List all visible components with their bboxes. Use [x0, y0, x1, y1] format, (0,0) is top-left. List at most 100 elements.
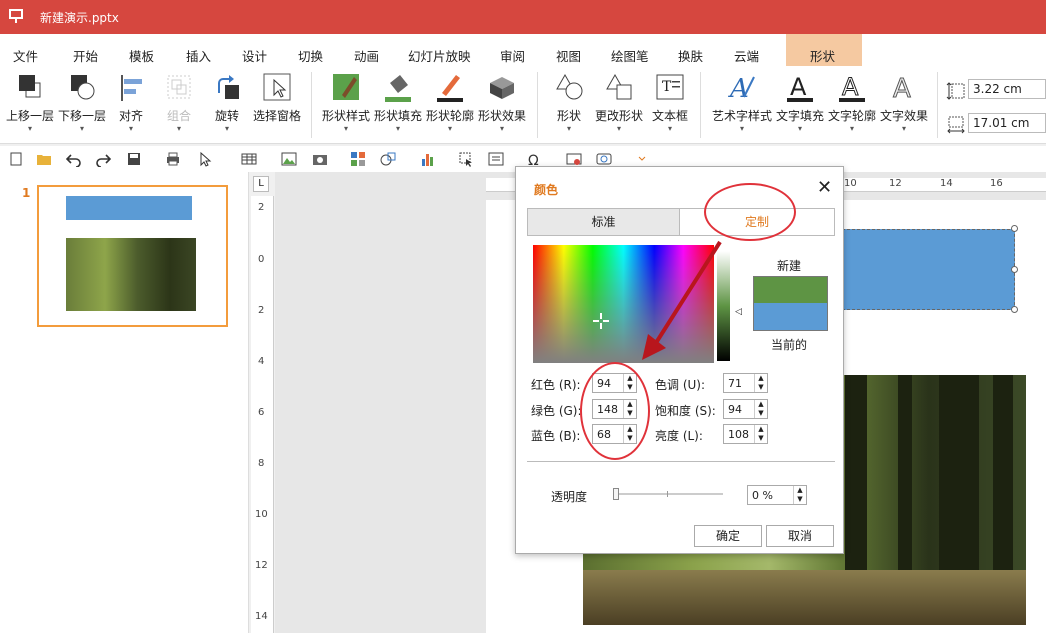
- title-bar: 新建演示.pptx: [0, 0, 1046, 34]
- luminance-input[interactable]: 108 ▲ ▼: [723, 424, 768, 444]
- divider: [527, 461, 835, 462]
- tab-home[interactable]: 开始: [73, 46, 98, 65]
- save-icon[interactable]: [126, 151, 142, 167]
- align-button[interactable]: 对齐 ▾: [110, 66, 152, 144]
- thumbnail-rectangle: [66, 196, 192, 220]
- group-button[interactable]: 组合 ▾: [158, 66, 200, 144]
- crosshair-icon: [593, 313, 609, 329]
- tab-divider: [527, 235, 835, 236]
- send-backward-button[interactable]: 下移一层 ▾: [56, 66, 108, 144]
- svg-text:T: T: [662, 79, 672, 95]
- insert-shape-icon[interactable]: [380, 151, 396, 167]
- spinner-arrows-icon[interactable]: ▲ ▼: [754, 374, 767, 392]
- cancel-button[interactable]: 取消: [766, 525, 834, 547]
- shape-fill-button[interactable]: 形状填充 ▾: [372, 66, 424, 144]
- selection-pane-icon: [263, 73, 291, 101]
- tab-design[interactable]: 设计: [242, 46, 267, 65]
- shape-outline-button[interactable]: 形状轮廓 ▾: [424, 66, 476, 144]
- tab-animation[interactable]: 动画: [354, 46, 379, 65]
- art-text-style-button[interactable]: A 艺术字样式 ▾: [710, 66, 774, 144]
- shape-button[interactable]: 形状 ▾: [547, 66, 591, 144]
- hue-input[interactable]: 71 ▲ ▼: [723, 373, 768, 393]
- text-outline-button[interactable]: A 文字轮廓 ▾: [826, 66, 878, 144]
- table-icon[interactable]: [241, 151, 257, 167]
- tab-stop-selector[interactable]: L: [253, 176, 269, 192]
- more-tools-icon[interactable]: [634, 151, 650, 167]
- presentation-icon: [9, 9, 23, 23]
- audio-icon[interactable]: [596, 151, 612, 167]
- text-box-small-icon[interactable]: [488, 151, 504, 167]
- symbol-icon[interactable]: Ω: [527, 151, 543, 167]
- new-color-label: 新建: [777, 259, 802, 273]
- transparency-slider[interactable]: [615, 493, 723, 495]
- redo-icon[interactable]: [95, 151, 111, 167]
- text-box-icon: T: [656, 74, 684, 100]
- new-color-swatch: [753, 276, 828, 303]
- tab-shape[interactable]: 形状: [786, 34, 862, 66]
- tab-template[interactable]: 模板: [129, 46, 154, 65]
- slide-thumbnail[interactable]: [37, 185, 228, 327]
- pointer-icon[interactable]: [197, 151, 213, 167]
- gallery-icon[interactable]: [350, 151, 366, 167]
- art-text-icon: A: [728, 74, 755, 103]
- text-effect-button[interactable]: A 文字效果 ▾: [878, 66, 930, 144]
- svg-text:A: A: [728, 74, 749, 103]
- saturation-input[interactable]: 94 ▲ ▼: [723, 399, 768, 419]
- spinner-arrows-icon[interactable]: ▲ ▼: [754, 400, 767, 418]
- tab-transition[interactable]: 切换: [298, 46, 323, 65]
- thumbnail-forest-image: [66, 238, 196, 311]
- send-backward-icon: [71, 75, 95, 100]
- tab-slideshow[interactable]: 幻灯片放映: [408, 46, 471, 65]
- open-folder-icon[interactable]: [36, 151, 52, 167]
- tab-review[interactable]: 审阅: [500, 46, 525, 65]
- annotation-arrow-icon: [642, 240, 722, 360]
- shape-effect-button[interactable]: 形状效果 ▾: [476, 66, 528, 144]
- rotate-button[interactable]: 旋转 ▾: [206, 66, 248, 144]
- text-fill-icon: A: [787, 73, 813, 102]
- resize-handle[interactable]: [1011, 225, 1018, 232]
- spinner-arrows-icon[interactable]: ▲ ▼: [754, 425, 767, 443]
- tab-cloud[interactable]: 云端: [734, 46, 759, 65]
- bring-forward-button[interactable]: 上移一层 ▾: [4, 66, 56, 144]
- transparency-input[interactable]: 0 % ▲ ▼: [747, 485, 807, 505]
- text-box-button[interactable]: T 文本框 ▾: [648, 66, 692, 144]
- tab-pen[interactable]: 绘图笔: [611, 46, 649, 65]
- tab-skin[interactable]: 换肤: [678, 46, 703, 65]
- select-object-icon[interactable]: [458, 151, 474, 167]
- undo-icon[interactable]: [66, 151, 82, 167]
- svg-text:A: A: [790, 73, 807, 101]
- selected-rectangle-shape[interactable]: [842, 229, 1015, 310]
- close-icon[interactable]: ✕: [817, 177, 832, 198]
- tab-file[interactable]: 文件: [13, 46, 38, 65]
- selection-pane-button[interactable]: 选择窗格: [250, 66, 304, 144]
- change-shape-button[interactable]: 更改形状 ▾: [592, 66, 646, 144]
- shape-width-input[interactable]: 17.01 cm: [968, 113, 1046, 133]
- print-icon[interactable]: [165, 151, 181, 167]
- annotation-circle-custom-tab: [704, 183, 796, 241]
- ribbon: 上移一层 ▾ 下移一层 ▾ 对齐 ▾ 组合 ▾ 旋转 ▾ 选择窗格 形状样式 ▾ 形状填充 ▾…: [0, 66, 1046, 144]
- hue-label: 色调 (U):: [655, 378, 706, 392]
- text-fill-button[interactable]: A 文字填充 ▾: [774, 66, 826, 144]
- shape-style-button[interactable]: 形状样式 ▾: [320, 66, 372, 144]
- resize-handle[interactable]: [1011, 266, 1018, 273]
- ok-button[interactable]: 确定: [694, 525, 762, 547]
- paint-bucket-icon: [385, 75, 411, 102]
- spinner-arrows-icon[interactable]: ▲ ▼: [793, 486, 806, 504]
- tab-insert[interactable]: 插入: [186, 46, 211, 65]
- video-icon[interactable]: [566, 151, 582, 167]
- picture-icon[interactable]: [281, 151, 297, 167]
- text-outline-icon: A: [839, 73, 865, 102]
- tab-view[interactable]: 视图: [556, 46, 581, 65]
- shape-height-input[interactable]: 3.22 cm: [968, 79, 1046, 99]
- tab-standard[interactable]: 标准: [527, 208, 680, 236]
- resize-handle[interactable]: [1011, 306, 1018, 313]
- slide-number: 1: [22, 186, 31, 200]
- new-file-icon[interactable]: [8, 151, 24, 167]
- luminance-pointer-icon[interactable]: ◁: [735, 307, 742, 317]
- chart-icon[interactable]: [420, 151, 436, 167]
- align-icon: [121, 75, 142, 101]
- transparency-slider-thumb[interactable]: [613, 488, 619, 500]
- screenshot-icon[interactable]: [312, 151, 328, 167]
- menu-bar: 文件 开始 模板 插入 设计 切换 动画 幻灯片放映 审阅 视图 绘图笔 换肤 …: [0, 34, 1046, 66]
- luminance-label: 亮度 (L):: [655, 429, 703, 443]
